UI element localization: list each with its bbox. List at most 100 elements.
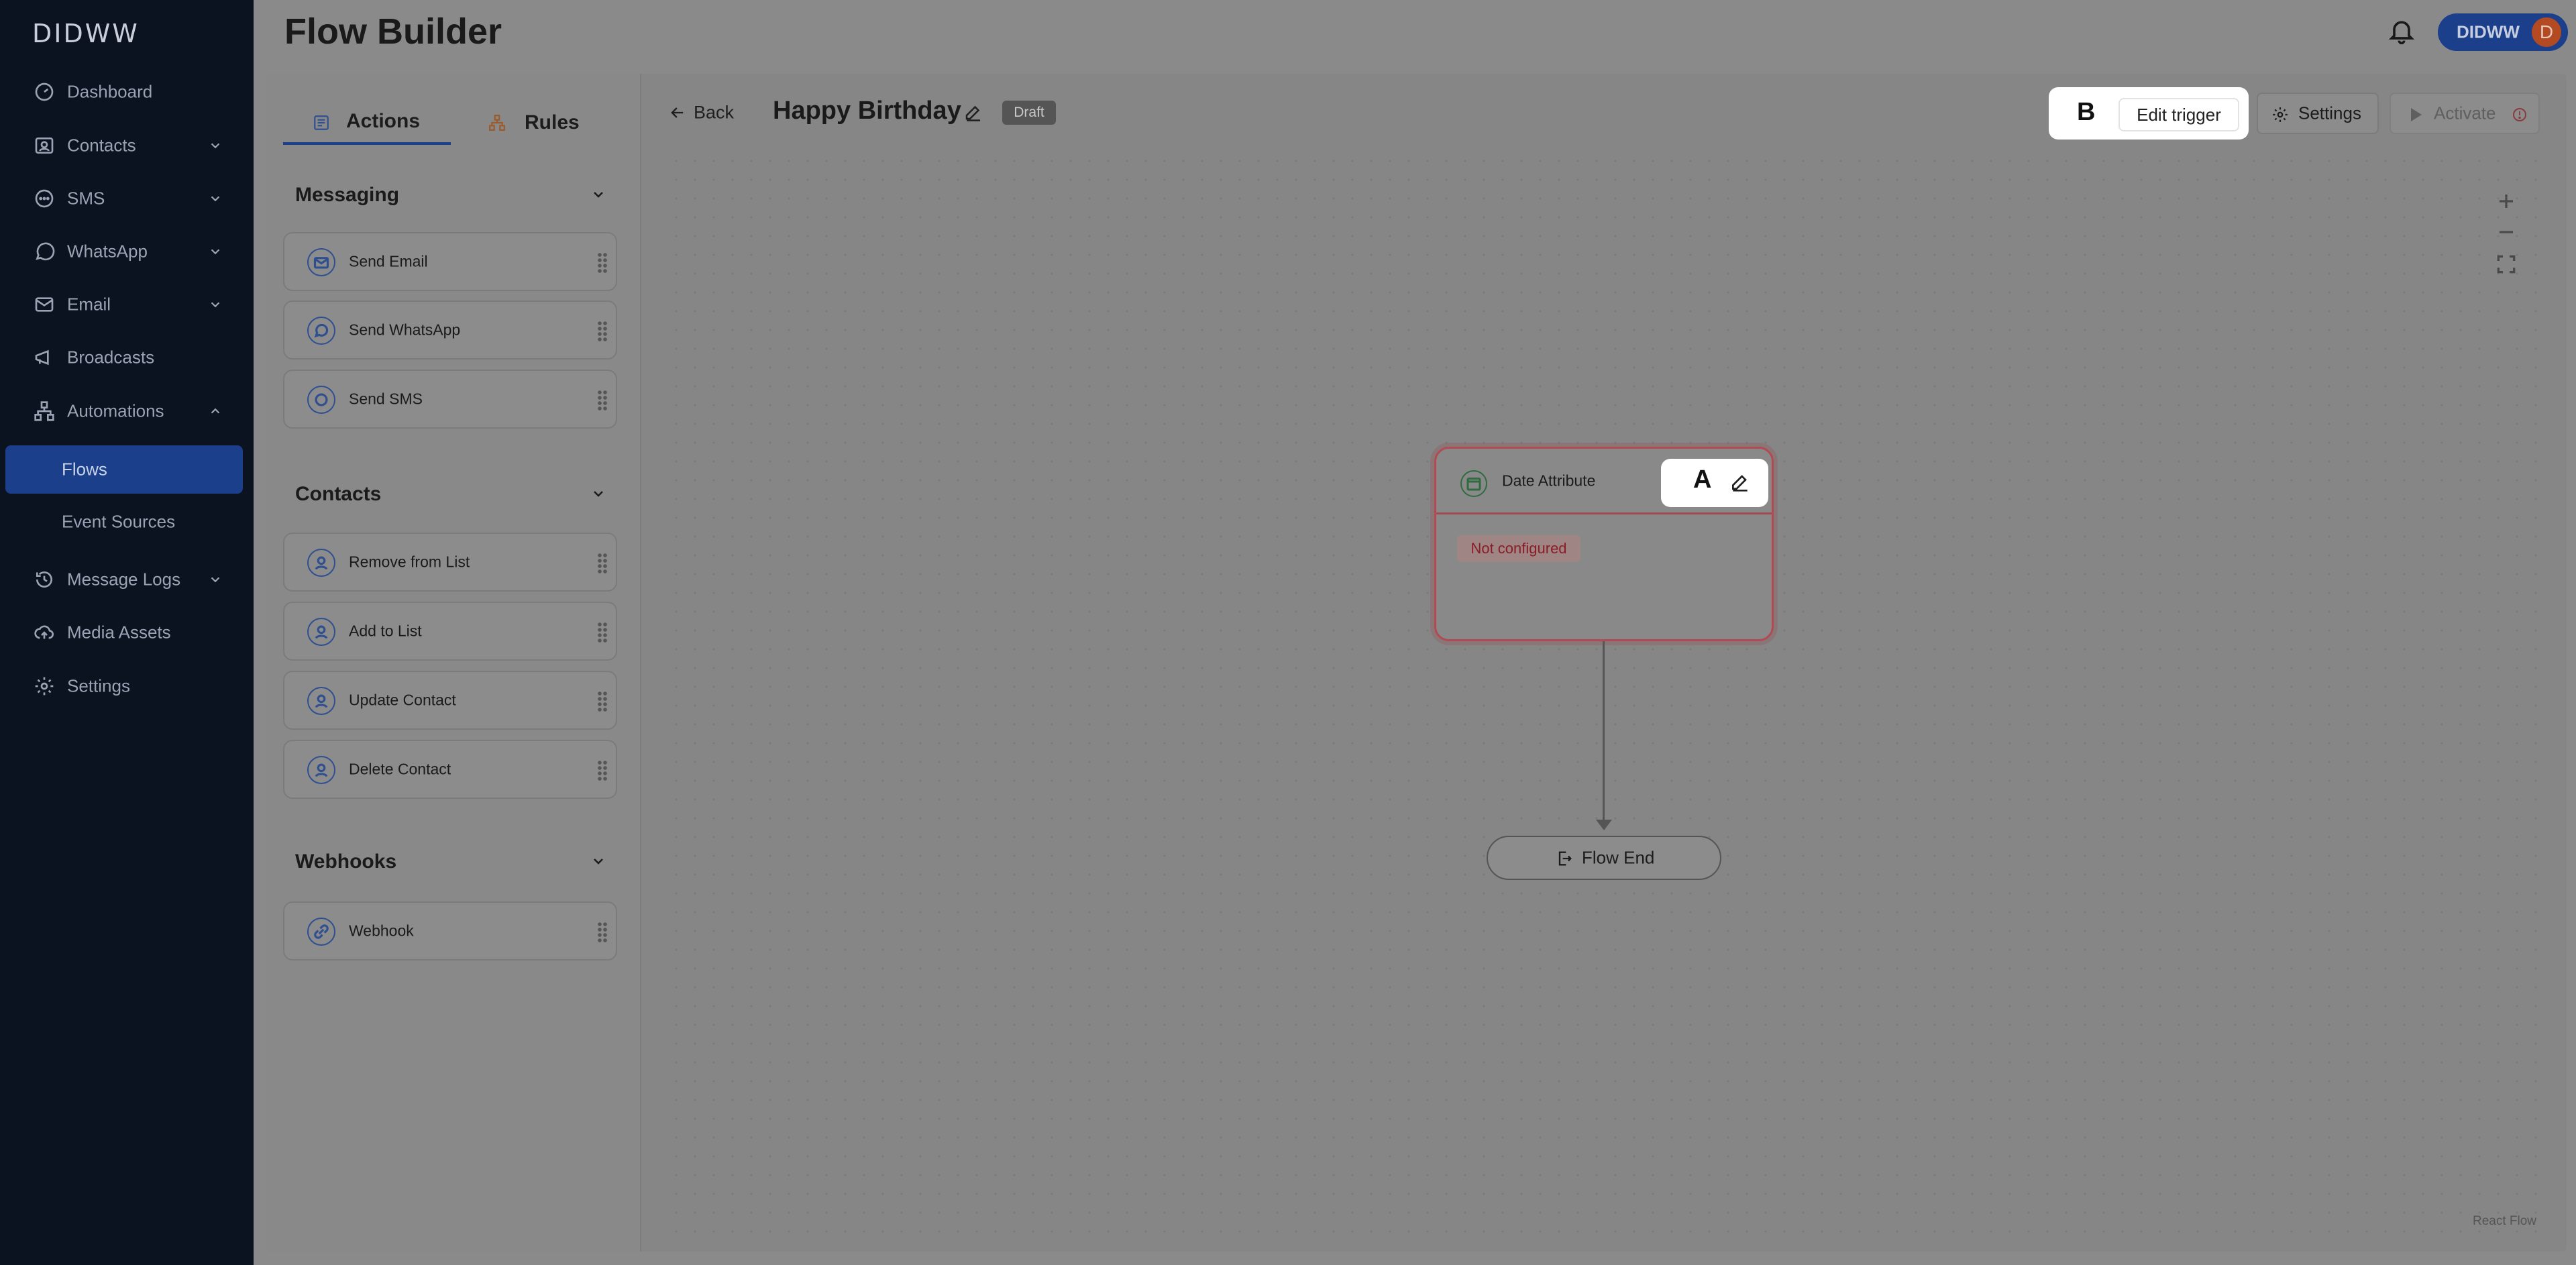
whatsapp-icon: [36, 242, 55, 261]
chevron-down-icon: [211, 196, 220, 202]
rules-icon: [489, 115, 505, 131]
app-logo[interactable]: DIDWW: [32, 19, 140, 48]
action-add-to-list[interactable]: Add to List: [283, 602, 617, 661]
action-remove-from-list[interactable]: Remove from List: [283, 533, 617, 592]
page-title: Flow Builder: [284, 11, 502, 52]
action-label: Send SMS: [349, 390, 423, 408]
sidebar-subitem-event-sources[interactable]: Event Sources: [5, 498, 243, 546]
section-title-webhooks: Webhooks: [295, 850, 397, 873]
action-label: Send WhatsApp: [349, 321, 461, 339]
action-label: Webhook: [349, 922, 414, 940]
zoom-in-icon[interactable]: [2493, 188, 2520, 215]
chevron-down-icon: [211, 302, 220, 308]
chevron-down-icon: [211, 249, 220, 255]
sidebar-item-dashboard[interactable]: Dashboard: [0, 68, 254, 115]
sidebar-item-email[interactable]: Email: [0, 281, 254, 328]
edit-trigger-button[interactable]: Edit trigger: [2118, 98, 2239, 131]
sidebar-subitem-flows[interactable]: Flows: [5, 445, 243, 494]
chevron-down-icon: [211, 143, 220, 149]
activate-label: Activate: [2434, 103, 2496, 123]
tab-rules[interactable]: Rules: [474, 101, 608, 145]
pencil-icon[interactable]: [963, 102, 983, 122]
zoom-out-icon[interactable]: [2493, 219, 2520, 245]
action-label: Send Email: [349, 252, 428, 270]
mail-icon: [307, 248, 335, 276]
avatar: D: [2532, 17, 2561, 47]
sidebar-item-contacts[interactable]: Contacts: [0, 122, 254, 169]
action-label: Update Contact: [349, 691, 456, 709]
arrow-left-icon: [671, 107, 684, 118]
sidebar-item-label: Message Logs: [67, 569, 181, 590]
status-badge: Not configured: [1457, 535, 1580, 562]
chevron-down-icon: [211, 577, 220, 583]
drag-handle-icon[interactable]: [597, 390, 608, 411]
drag-handle-icon[interactable]: [597, 553, 608, 574]
automations-icon: [34, 401, 54, 421]
drag-handle-icon[interactable]: [597, 321, 608, 342]
user-menu-button[interactable]: DIDWW D: [2438, 13, 2568, 51]
section-title-messaging: Messaging: [295, 184, 400, 206]
back-button[interactable]: Back: [667, 98, 741, 127]
user-icon: [307, 549, 335, 577]
drag-handle-icon[interactable]: [597, 622, 608, 643]
chevron-down-icon[interactable]: [590, 186, 606, 203]
flow-name: Happy Birthday: [773, 97, 961, 125]
sms-icon: [307, 386, 335, 414]
sidebar-item-broadcasts[interactable]: Broadcasts: [0, 334, 254, 381]
back-label: Back: [694, 102, 735, 123]
chevron-up-icon: [211, 408, 220, 414]
alert-circle-icon: [2513, 108, 2526, 121]
pencil-icon[interactable]: [1729, 471, 1751, 492]
drag-handle-icon[interactable]: [597, 922, 608, 943]
actions-palette: Actions Rules Messaging Send Email Send …: [266, 74, 641, 1252]
sidebar: DIDWW Dashboard Contacts SMS WhatsApp Em…: [0, 0, 254, 1265]
tab-label: Rules: [525, 111, 580, 133]
sidebar-item-whatsapp[interactable]: WhatsApp: [0, 228, 254, 275]
trigger-node-title: Date Attribute: [1502, 472, 1596, 489]
section-title-contacts: Contacts: [295, 483, 382, 505]
action-webhook[interactable]: Webhook: [283, 901, 617, 960]
calendar-icon: [1460, 470, 1487, 497]
sidebar-item-label: WhatsApp: [67, 241, 148, 262]
settings-label: Settings: [2298, 103, 2361, 123]
fit-view-icon[interactable]: [2493, 251, 2520, 278]
react-flow-attribution[interactable]: React Flow: [2473, 1214, 2536, 1229]
chevron-down-icon[interactable]: [590, 853, 606, 869]
megaphone-icon: [35, 349, 49, 366]
drag-handle-icon[interactable]: [597, 691, 608, 712]
sidebar-item-sms[interactable]: SMS: [0, 175, 254, 222]
sms-icon: [35, 189, 54, 208]
tab-actions[interactable]: Actions: [283, 101, 451, 145]
settings-button[interactable]: Settings: [2257, 93, 2379, 134]
sidebar-item-media-assets[interactable]: Media Assets: [0, 609, 254, 656]
sidebar-item-label: SMS: [67, 188, 105, 209]
drag-handle-icon[interactable]: [597, 252, 608, 274]
action-send-sms[interactable]: Send SMS: [283, 370, 617, 429]
sidebar-item-label: Broadcasts: [67, 347, 155, 368]
drag-handle-icon[interactable]: [597, 760, 608, 781]
action-send-email[interactable]: Send Email: [283, 232, 617, 291]
sidebar-item-message-logs[interactable]: Message Logs: [0, 556, 254, 603]
bell-icon[interactable]: [2387, 16, 2416, 46]
action-send-whatsapp[interactable]: Send WhatsApp: [283, 300, 617, 360]
callout-a: [1661, 459, 1768, 507]
tab-label: Actions: [346, 110, 421, 132]
sidebar-item-label: Settings: [67, 675, 130, 696]
sidebar-item-automations[interactable]: Automations: [0, 388, 254, 435]
history-icon: [36, 571, 52, 588]
sidebar-item-settings[interactable]: Settings: [0, 663, 254, 710]
sidebar-subitem-label: Flows: [62, 459, 107, 480]
activate-button[interactable]: Activate: [2390, 93, 2540, 134]
sidebar-item-label: Dashboard: [67, 81, 153, 102]
callout-letter-b: B: [2077, 98, 2096, 126]
top-header: Flow Builder DIDWW D: [254, 0, 2576, 64]
action-update-contact[interactable]: Update Contact: [283, 671, 617, 730]
flow-canvas[interactable]: [667, 152, 2545, 1238]
user-name: DIDWW: [2457, 21, 2520, 42]
flow-end-node[interactable]: Flow End: [1487, 836, 1721, 880]
flow-end-label: Flow End: [1582, 847, 1655, 868]
callout-letter-a: A: [1693, 465, 1712, 494]
action-delete-contact[interactable]: Delete Contact: [283, 740, 617, 799]
play-icon: [2411, 108, 2422, 121]
chevron-down-icon[interactable]: [590, 486, 606, 502]
